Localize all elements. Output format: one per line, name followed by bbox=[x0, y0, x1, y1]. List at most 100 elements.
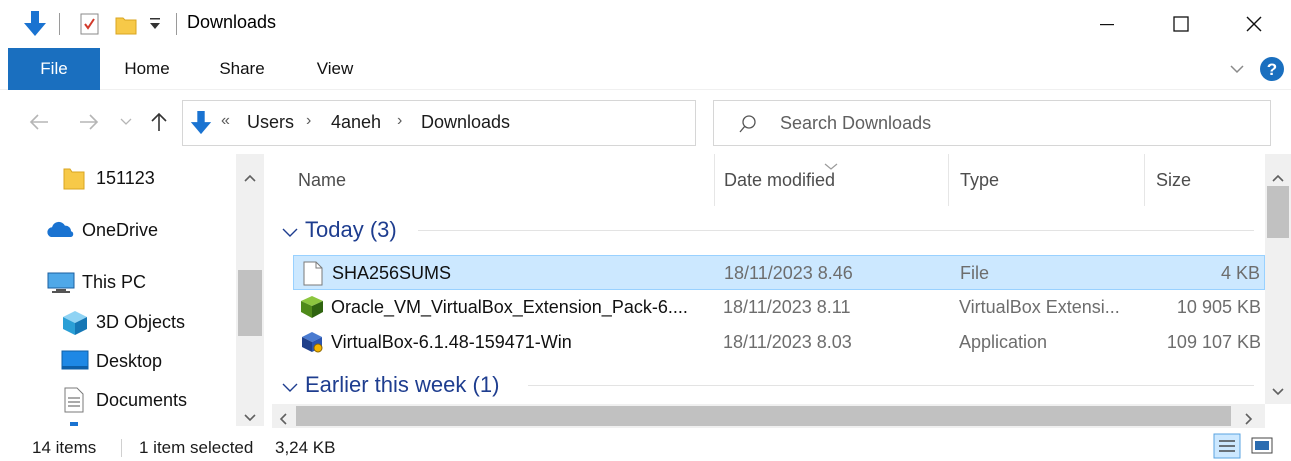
chevron-down-icon bbox=[120, 118, 132, 125]
tab-home[interactable]: Home bbox=[108, 48, 186, 90]
blank-file-icon bbox=[303, 261, 323, 291]
file-type: File bbox=[960, 263, 990, 283]
customize-quick-access-icon[interactable] bbox=[147, 14, 163, 39]
breadcrumb-user-folder[interactable]: 4aneh bbox=[331, 112, 381, 133]
tab-file[interactable]: File bbox=[8, 48, 100, 90]
virtualbox-extension-icon bbox=[300, 295, 324, 324]
file-name: Oracle_VM_VirtualBox_Extension_Pack-6...… bbox=[331, 297, 688, 317]
item-count: 14 items bbox=[32, 438, 97, 457]
properties-checklist-icon[interactable] bbox=[78, 12, 102, 41]
onedrive-cloud-icon bbox=[45, 221, 75, 244]
address-bar[interactable]: « Users › 4aneh › Downloads bbox=[182, 100, 860, 146]
file-date: 18/11/2023 8.11 bbox=[723, 297, 851, 317]
nav-item-label: 151123 bbox=[96, 167, 155, 188]
navigation-bar: « Users › 4aneh › Downloads Search Downl… bbox=[0, 90, 1291, 154]
scroll-up-arrow-icon[interactable] bbox=[244, 168, 256, 188]
forward-arrow-icon bbox=[80, 114, 99, 130]
collapse-chevron-icon[interactable] bbox=[282, 224, 298, 244]
group-header-earlier-this-week[interactable]: Earlier this week (1) bbox=[272, 366, 1265, 404]
scroll-up-arrow-icon[interactable] bbox=[1272, 168, 1284, 188]
file-date: 18/11/2023 8.46 bbox=[724, 263, 853, 283]
partial-nav-item-icon bbox=[70, 422, 78, 426]
crumb-overflow[interactable]: « bbox=[221, 112, 230, 130]
column-header-date-modified[interactable]: Date modified bbox=[724, 154, 944, 206]
scroll-left-arrow-icon[interactable] bbox=[278, 410, 288, 430]
desktop-icon bbox=[61, 350, 89, 377]
nav-item-onedrive[interactable]: OneDrive bbox=[0, 211, 236, 249]
scroll-down-arrow-icon[interactable] bbox=[1272, 382, 1284, 402]
file-type: VirtualBox Extensi... bbox=[959, 297, 1120, 317]
close-button[interactable] bbox=[1217, 0, 1291, 48]
computer-icon bbox=[47, 271, 75, 300]
virtualbox-installer-icon bbox=[300, 330, 324, 359]
file-list-vertical-scrollbar[interactable] bbox=[1265, 154, 1291, 404]
help-icon[interactable]: ? bbox=[1259, 56, 1285, 87]
collapse-chevron-icon[interactable] bbox=[282, 379, 298, 399]
maximize-button[interactable] bbox=[1144, 0, 1218, 48]
back-arrow-icon bbox=[29, 114, 48, 130]
file-list-horizontal-scrollbar[interactable] bbox=[272, 404, 1265, 428]
expand-ribbon-icon[interactable] bbox=[1228, 60, 1246, 83]
nav-item-label: Documents bbox=[96, 389, 188, 410]
nav-pane-scrollbar[interactable] bbox=[236, 154, 264, 426]
file-list: Name Date modified Type Size Today (3) S… bbox=[272, 154, 1265, 404]
navigation-pane: 151123 OneDrive This PC 3D Objects Deskt… bbox=[0, 154, 266, 426]
breadcrumb-users[interactable]: Users bbox=[247, 112, 294, 133]
ribbon-tabs: File Home Share View ? bbox=[0, 48, 1291, 90]
group-header-today[interactable]: Today (3) bbox=[272, 211, 1265, 249]
nav-item-label: OneDrive bbox=[82, 219, 159, 240]
selection-count: 1 item selected bbox=[139, 438, 254, 457]
svg-text:?: ? bbox=[1267, 60, 1277, 79]
minimize-icon bbox=[1100, 24, 1114, 26]
downloads-arrow-icon bbox=[22, 10, 48, 43]
nav-item-label: This PC bbox=[82, 271, 147, 292]
scroll-right-arrow-icon[interactable] bbox=[1244, 410, 1254, 430]
nav-item-label: 3D Objects bbox=[96, 311, 186, 332]
tab-share[interactable]: Share bbox=[204, 48, 280, 90]
recent-locations-button[interactable] bbox=[114, 90, 138, 154]
group-label: Earlier this week (1) bbox=[305, 372, 500, 397]
nav-scroll-thumb[interactable] bbox=[238, 270, 262, 336]
file-type: Application bbox=[959, 332, 1048, 352]
window-title: Downloads bbox=[187, 12, 277, 32]
nav-item-3d-objects[interactable]: 3D Objects bbox=[0, 303, 236, 341]
file-row[interactable]: Oracle_VM_VirtualBox_Extension_Pack-6...… bbox=[293, 290, 1265, 325]
file-row[interactable]: VirtualBox-6.1.48-159471-Win 18/11/2023 … bbox=[293, 325, 1265, 360]
3d-objects-icon bbox=[61, 309, 89, 342]
horizontal-scroll-thumb[interactable] bbox=[296, 406, 1231, 426]
title-bar: Downloads bbox=[0, 0, 1291, 48]
nav-item-this-pc[interactable]: This PC bbox=[0, 263, 236, 301]
details-view-icon[interactable] bbox=[1213, 433, 1241, 461]
scroll-down-arrow-icon[interactable] bbox=[244, 408, 256, 428]
up-arrow-icon bbox=[151, 112, 167, 131]
new-folder-icon[interactable] bbox=[114, 12, 138, 41]
search-input[interactable]: Search Downloads bbox=[713, 100, 1271, 146]
nav-item-151123[interactable]: 151123 bbox=[0, 159, 236, 197]
nav-item-desktop[interactable]: Desktop bbox=[0, 342, 236, 380]
file-size: 109 107 KB bbox=[1166, 332, 1261, 352]
column-header-name[interactable]: Name bbox=[298, 154, 718, 206]
vertical-scroll-thumb[interactable] bbox=[1267, 186, 1289, 238]
tab-view[interactable]: View bbox=[298, 48, 372, 90]
nav-item-documents[interactable]: Documents bbox=[0, 381, 236, 419]
up-button[interactable] bbox=[144, 90, 174, 154]
minimize-button[interactable] bbox=[1070, 0, 1144, 48]
search-icon bbox=[738, 114, 758, 139]
file-row[interactable]: SHA256SUMS 18/11/2023 8.46 File 4 KB bbox=[293, 255, 1265, 290]
breadcrumb-downloads[interactable]: Downloads bbox=[421, 112, 510, 133]
close-icon bbox=[1246, 16, 1262, 32]
nav-item-label: Desktop bbox=[96, 350, 163, 371]
status-bar: 14 items 1 item selected 3,24 KB bbox=[0, 428, 1291, 461]
forward-button[interactable] bbox=[70, 90, 108, 154]
file-name: SHA256SUMS bbox=[332, 263, 452, 283]
back-button[interactable] bbox=[20, 90, 58, 154]
selection-size: 3,24 KB bbox=[275, 438, 336, 457]
column-header-type[interactable]: Type bbox=[960, 154, 1140, 206]
column-header-size[interactable]: Size bbox=[1156, 154, 1256, 206]
crumb-separator[interactable]: › bbox=[397, 112, 402, 130]
documents-icon bbox=[64, 387, 84, 418]
search-placeholder: Search Downloads bbox=[780, 113, 932, 133]
file-name: VirtualBox-6.1.48-159471-Win bbox=[331, 332, 572, 352]
crumb-separator[interactable]: › bbox=[306, 112, 311, 130]
large-icons-view-icon[interactable] bbox=[1250, 436, 1274, 461]
